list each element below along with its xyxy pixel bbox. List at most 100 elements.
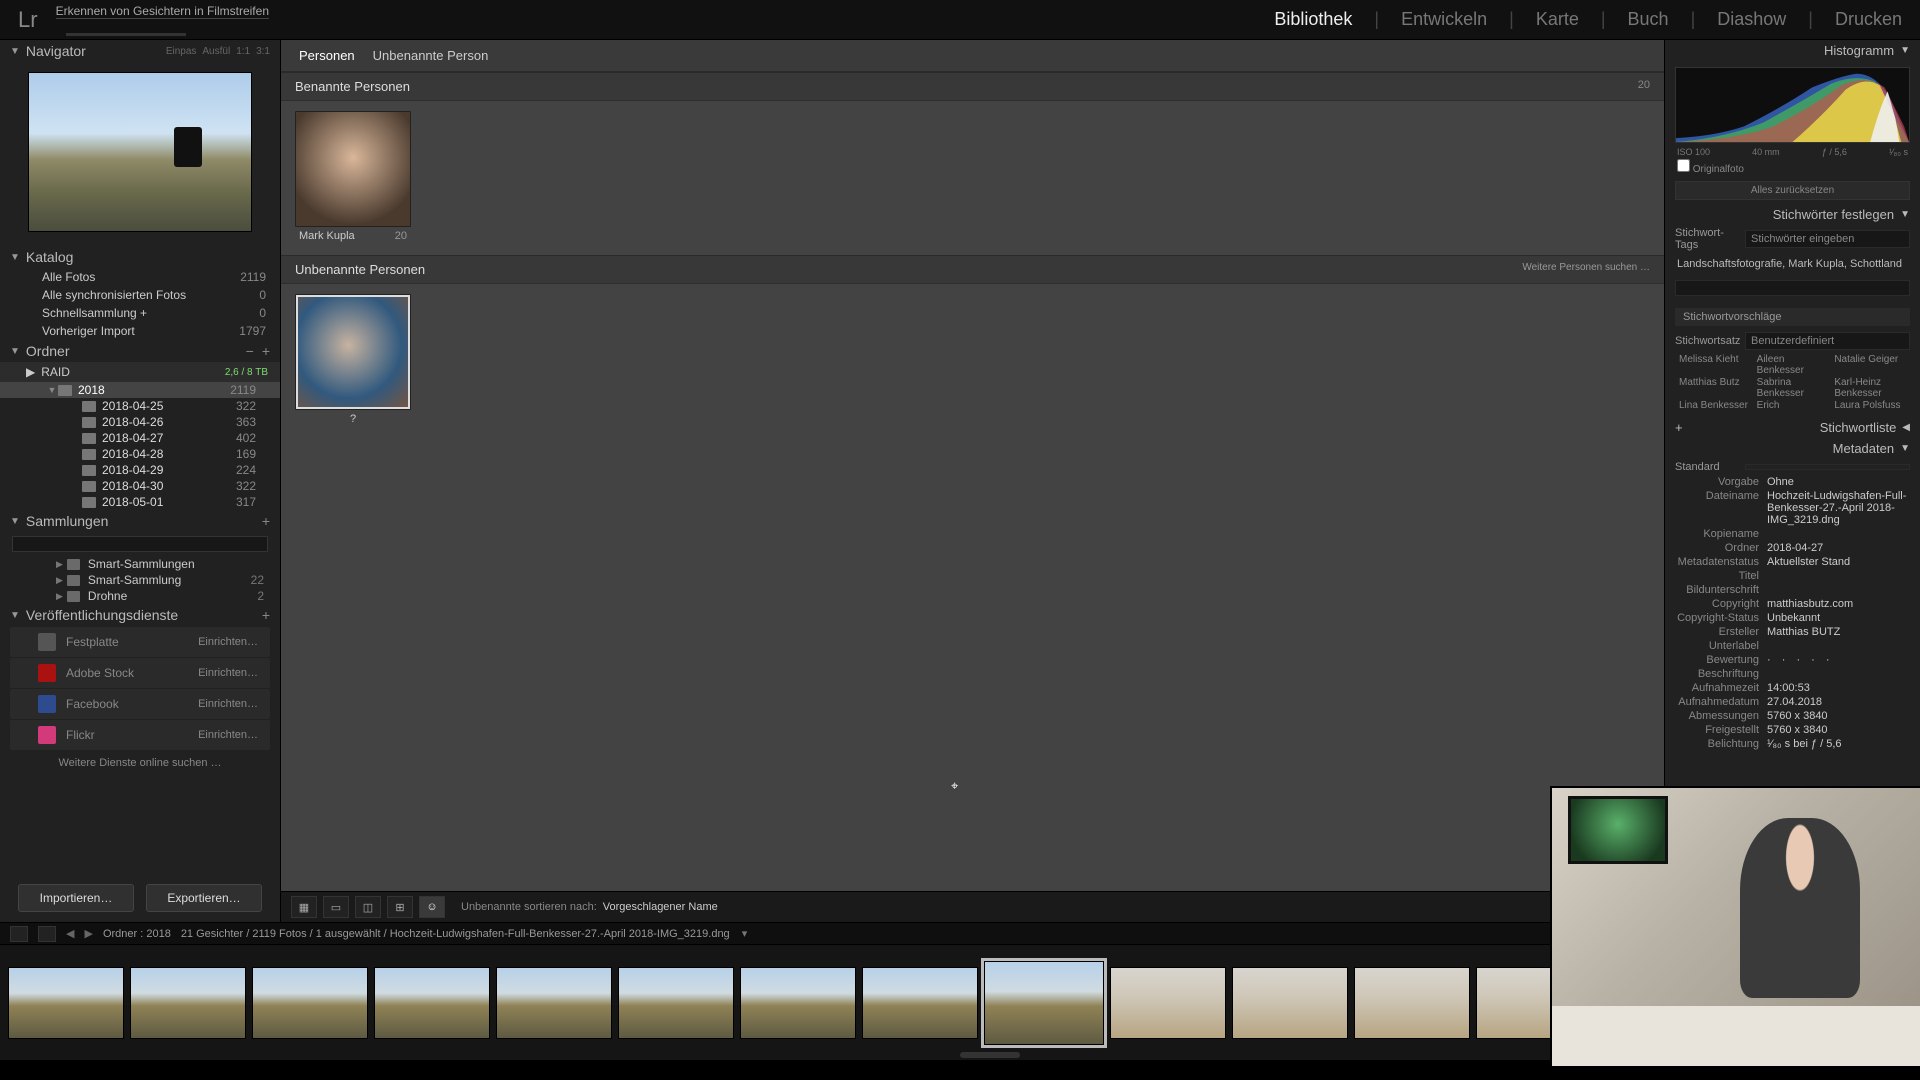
metadata-row[interactable]: Bildunterschrift	[1665, 583, 1920, 597]
folder-row[interactable]: ▼20182119	[0, 382, 280, 398]
metadata-row[interactable]: MetadatenstatusAktuellster Stand	[1665, 555, 1920, 569]
filmstrip-thumb[interactable]	[374, 967, 490, 1039]
katalog-header[interactable]: ▼ Katalog	[0, 246, 280, 268]
face-thumbnail[interactable]	[295, 111, 411, 227]
publish-service-row[interactable]: Adobe StockEinrichten…	[10, 658, 270, 688]
katalog-row[interactable]: Alle Fotos2119	[0, 268, 280, 286]
publish-service-row[interactable]: FestplatteEinrichten…	[10, 627, 270, 657]
import-button[interactable]: Importieren…	[18, 884, 134, 912]
keyword-suggestion[interactable]: Erich	[1757, 400, 1829, 411]
path-dropdown-icon[interactable]: ▾	[742, 927, 748, 940]
keyword-list-header[interactable]: +Stichwortliste◀	[1665, 417, 1920, 438]
filmstrip-scrollbar[interactable]	[960, 1052, 1020, 1058]
metadata-row[interactable]: Unterlabel	[1665, 639, 1920, 653]
katalog-row[interactable]: Vorheriger Import1797	[0, 322, 280, 340]
keyword-suggestion[interactable]: Lina Benkesser	[1679, 400, 1751, 411]
reset-all-button[interactable]: Alles zurücksetzen	[1675, 181, 1910, 200]
filmstrip-thumb[interactable]	[1110, 967, 1226, 1039]
collection-row[interactable]: ▶Smart-Sammlung22	[0, 572, 280, 588]
zoom-3-1[interactable]: 3:1	[256, 46, 270, 57]
plus-icon[interactable]: +	[262, 513, 270, 529]
folder-row[interactable]: 2018-04-27402	[0, 430, 280, 446]
folder-row[interactable]: 2018-04-28169	[0, 446, 280, 462]
filmstrip-thumb[interactable]	[130, 967, 246, 1039]
folder-row[interactable]: 2018-05-01317	[0, 494, 280, 510]
keyword-suggestion[interactable]: Laura Polsfuss	[1834, 400, 1906, 411]
keyword-suggestion[interactable]: Melissa Kieht	[1679, 354, 1751, 376]
publish-header[interactable]: ▼ Veröffentlichungsdienste +	[0, 604, 280, 626]
sammlungen-header[interactable]: ▼ Sammlungen +	[0, 510, 280, 532]
collection-row[interactable]: ▶Smart-Sammlungen	[0, 556, 280, 572]
publish-service-row[interactable]: FlickrEinrichten…	[10, 720, 270, 750]
nav-fwd-icon[interactable]: ▶	[84, 927, 92, 940]
named-face-card[interactable]: Mark Kupla20	[295, 111, 411, 245]
metadata-preset-dropdown[interactable]	[1745, 464, 1910, 470]
filmstrip-thumb[interactable]	[862, 967, 978, 1039]
nav-back-icon[interactable]: ◀	[66, 927, 74, 940]
keyword-tags-input[interactable]: Stichwörter eingeben	[1745, 230, 1910, 248]
navigator-preview[interactable]	[28, 72, 252, 232]
metadata-row[interactable]: Bewertung· · · · ·	[1665, 653, 1920, 667]
histogram[interactable]	[1675, 67, 1910, 143]
loupe-view-button[interactable]: ▭	[323, 896, 349, 918]
grid-toggle-button[interactable]	[38, 926, 56, 942]
keyword-entry-field[interactable]	[1675, 280, 1910, 296]
compare-view-button[interactable]: ◫	[355, 896, 381, 918]
metadata-row[interactable]: Copyright-StatusUnbekannt	[1665, 611, 1920, 625]
katalog-row[interactable]: Schnellsammlung +0	[0, 304, 280, 322]
filmstrip-thumb[interactable]	[496, 967, 612, 1039]
keywording-header[interactable]: Stichwörter festlegen▼	[1665, 204, 1920, 225]
folder-row[interactable]: 2018-04-29224	[0, 462, 280, 478]
keyword-suggestion[interactable]: Sabrina Benkesser	[1757, 377, 1829, 399]
plus-icon[interactable]: +	[1675, 420, 1683, 435]
metadata-row[interactable]: Belichtung¹⁄₈₀ s bei ƒ / 5,6	[1665, 737, 1920, 751]
keyword-suggestion[interactable]: Aileen Benkesser	[1757, 354, 1829, 376]
metadata-row[interactable]: Abmessungen5760 x 3840	[1665, 709, 1920, 723]
face-name-placeholder[interactable]: ?	[299, 413, 407, 425]
more-services-link[interactable]: Weitere Dienste online suchen …	[0, 751, 280, 775]
secondary-display-button[interactable]	[10, 926, 28, 942]
metadata-row[interactable]: Aufnahmezeit14:00:53	[1665, 681, 1920, 695]
keyword-set-dropdown[interactable]: Benutzerdefiniert	[1745, 332, 1910, 350]
survey-view-button[interactable]: ⊞	[387, 896, 413, 918]
sort-value[interactable]: Vorgeschlagener Name	[603, 901, 718, 913]
filmstrip-thumb[interactable]	[740, 967, 856, 1039]
zoom-fill[interactable]: Ausfül	[202, 46, 230, 57]
folder-row[interactable]: 2018-04-30322	[0, 478, 280, 494]
metadata-row[interactable]: Ordner2018-04-27	[1665, 541, 1920, 555]
folder-row[interactable]: 2018-04-25322	[0, 398, 280, 414]
module-book[interactable]: Buch	[1628, 9, 1669, 30]
collection-filter-input[interactable]	[12, 536, 268, 552]
grid-view-button[interactable]: ▦	[291, 896, 317, 918]
metadata-row[interactable]: Copyrightmatthiasbutz.com	[1665, 597, 1920, 611]
zoom-1-1[interactable]: 1:1	[236, 46, 250, 57]
plus-icon[interactable]: +	[262, 343, 270, 359]
filmstrip-thumb[interactable]	[1232, 967, 1348, 1039]
module-slideshow[interactable]: Diashow	[1717, 9, 1786, 30]
metadata-row[interactable]: Kopiename	[1665, 527, 1920, 541]
metadata-row[interactable]: DateinameHochzeit-Ludwigshafen-Full-Benk…	[1665, 489, 1920, 527]
original-photo-checkbox[interactable]	[1677, 159, 1690, 172]
module-print[interactable]: Drucken	[1835, 9, 1902, 30]
volume-row[interactable]: ▶ RAID 2,6 / 8 TB	[0, 362, 280, 382]
navigator-header[interactable]: ▼ Navigator Einpas Ausfül 1:1 3:1	[0, 40, 280, 62]
people-view-button[interactable]: ☺	[419, 896, 445, 918]
ordner-header[interactable]: ▼ Ordner − +	[0, 340, 280, 362]
keyword-suggestion[interactable]: Natalie Geiger	[1834, 354, 1906, 376]
minus-icon[interactable]: −	[246, 343, 254, 359]
keyword-suggestion[interactable]: Matthias Butz	[1679, 377, 1751, 399]
face-thumbnail[interactable]	[295, 294, 411, 410]
katalog-row[interactable]: Alle synchronisierten Fotos0	[0, 286, 280, 304]
crumb-people[interactable]: Personen	[299, 48, 355, 63]
publish-service-row[interactable]: FacebookEinrichten…	[10, 689, 270, 719]
metadata-row[interactable]: Aufnahmedatum27.04.2018	[1665, 695, 1920, 709]
filmstrip-thumb[interactable]	[252, 967, 368, 1039]
filmstrip-thumb[interactable]	[618, 967, 734, 1039]
filmstrip-thumb-selected[interactable]	[984, 961, 1104, 1045]
module-develop[interactable]: Entwickeln	[1401, 9, 1487, 30]
collection-row[interactable]: ▶Drohne2	[0, 588, 280, 604]
metadata-row[interactable]: ErstellerMatthias BUTZ	[1665, 625, 1920, 639]
metadata-row[interactable]: VorgabeOhne	[1665, 475, 1920, 489]
path-folder[interactable]: Ordner : 2018	[103, 928, 171, 940]
filmstrip-thumb[interactable]	[1354, 967, 1470, 1039]
